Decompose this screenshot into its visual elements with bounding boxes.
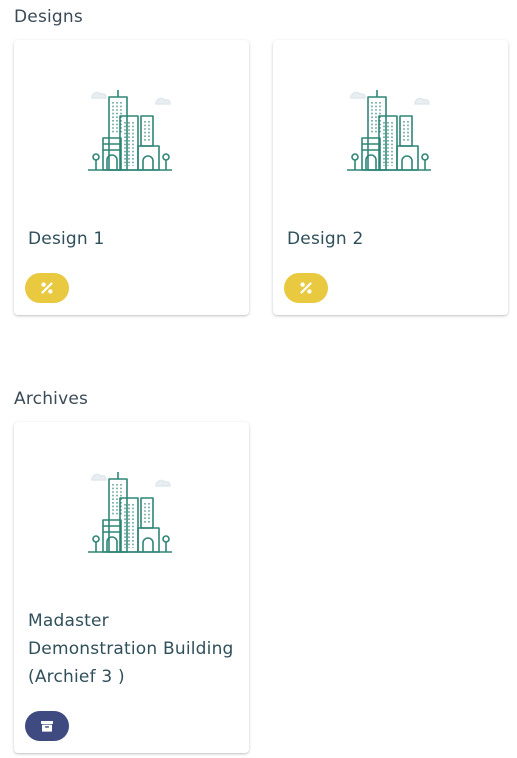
archive-card-1[interactable]: Madaster Demonstration Building (Archief… — [14, 422, 249, 753]
designs-section-title: Designs — [14, 7, 83, 27]
design-badge[interactable] — [25, 273, 69, 303]
design-card-title: Design 2 — [287, 229, 364, 249]
percent-icon — [300, 282, 312, 294]
percent-icon — [41, 282, 53, 294]
page: Designs Design 1 Design 2 Archives Madas… — [0, 0, 517, 758]
city-buildings-icon — [88, 468, 176, 556]
design-card-title: Design 1 — [28, 229, 105, 249]
design-card-1[interactable]: Design 1 — [14, 40, 249, 315]
archive-badge[interactable] — [25, 711, 69, 741]
design-card-2[interactable]: Design 2 — [273, 40, 508, 315]
archive-card-title: Madaster Demonstration Building (Archief… — [28, 611, 234, 687]
design-badge[interactable] — [284, 273, 328, 303]
archive-box-icon — [41, 721, 53, 732]
city-buildings-icon — [347, 86, 435, 174]
city-buildings-icon — [88, 86, 176, 174]
archives-section-title: Archives — [14, 389, 89, 409]
